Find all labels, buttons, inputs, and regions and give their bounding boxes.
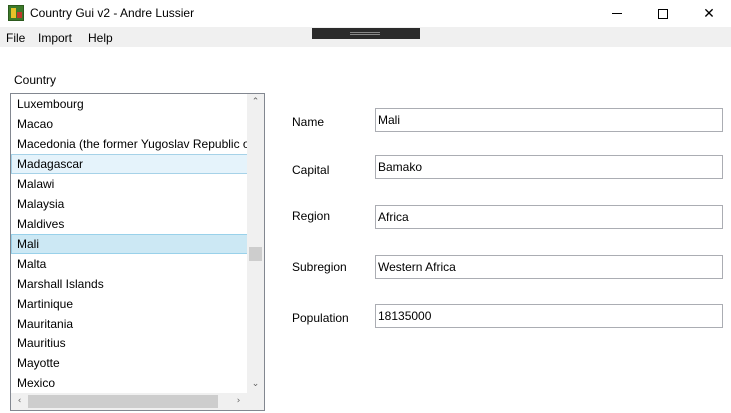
list-item[interactable]: Martinique: [11, 294, 248, 314]
maximize-icon: [658, 8, 668, 19]
list-item-selected[interactable]: Mali: [11, 234, 248, 254]
vertical-scroll-thumb[interactable]: [249, 247, 262, 261]
subregion-field[interactable]: Western Africa: [375, 255, 723, 279]
population-field[interactable]: 18135000: [375, 304, 723, 328]
horizontal-scroll-thumb[interactable]: [28, 395, 218, 408]
list-item[interactable]: Macao: [11, 114, 248, 134]
scroll-right-icon[interactable]: ›: [230, 393, 247, 410]
list-item[interactable]: Malawi: [11, 174, 248, 194]
minimize-icon: [612, 13, 622, 14]
scrollbar-corner: [247, 393, 264, 410]
name-field[interactable]: Mali: [375, 108, 723, 132]
window-grip-handle[interactable]: [312, 28, 420, 39]
close-icon: ✕: [703, 5, 715, 22]
country-listbox[interactable]: Luxembourg Macao Macedonia (the former Y…: [10, 93, 265, 411]
minimize-button[interactable]: [594, 0, 640, 27]
population-label: Population: [292, 311, 349, 325]
country-list-label: Country: [14, 73, 57, 87]
app-icon: [8, 5, 24, 21]
scroll-left-icon[interactable]: ‹: [11, 393, 28, 410]
list-item[interactable]: Mayotte: [11, 353, 248, 373]
capital-field[interactable]: Bamako: [375, 155, 723, 179]
maximize-button[interactable]: [640, 0, 686, 27]
list-item[interactable]: Luxembourg: [11, 94, 248, 114]
title-bar: Country Gui v2 - Andre Lussier ✕: [0, 0, 731, 27]
list-item[interactable]: Maldives: [11, 214, 248, 234]
scroll-up-icon[interactable]: ⌃: [247, 94, 264, 111]
menu-file[interactable]: File: [6, 31, 25, 45]
list-item[interactable]: Malaysia: [11, 194, 248, 214]
close-button[interactable]: ✕: [686, 0, 731, 27]
menu-import[interactable]: Import: [38, 31, 72, 45]
window-title: Country Gui v2 - Andre Lussier: [30, 6, 195, 20]
list-item[interactable]: Marshall Islands: [11, 274, 248, 294]
list-item[interactable]: Macedonia (the former Yugoslav Republic …: [11, 134, 248, 154]
scroll-down-icon[interactable]: ⌄: [247, 376, 264, 393]
list-item[interactable]: Mexico: [11, 373, 248, 393]
list-item[interactable]: Malta: [11, 254, 248, 274]
name-label: Name: [292, 115, 325, 129]
region-field[interactable]: Africa: [375, 205, 723, 229]
region-label: Region: [292, 209, 331, 223]
vertical-scrollbar[interactable]: ⌃ ⌄: [247, 94, 264, 393]
capital-label: Capital: [292, 163, 330, 177]
list-item[interactable]: Mauritius: [11, 333, 248, 353]
list-item[interactable]: Mauritania: [11, 314, 248, 334]
horizontal-scrollbar[interactable]: ‹ ›: [11, 393, 264, 410]
subregion-label: Subregion: [292, 260, 347, 274]
list-item-hovered[interactable]: Madagascar: [11, 154, 248, 174]
menu-help[interactable]: Help: [88, 31, 113, 45]
